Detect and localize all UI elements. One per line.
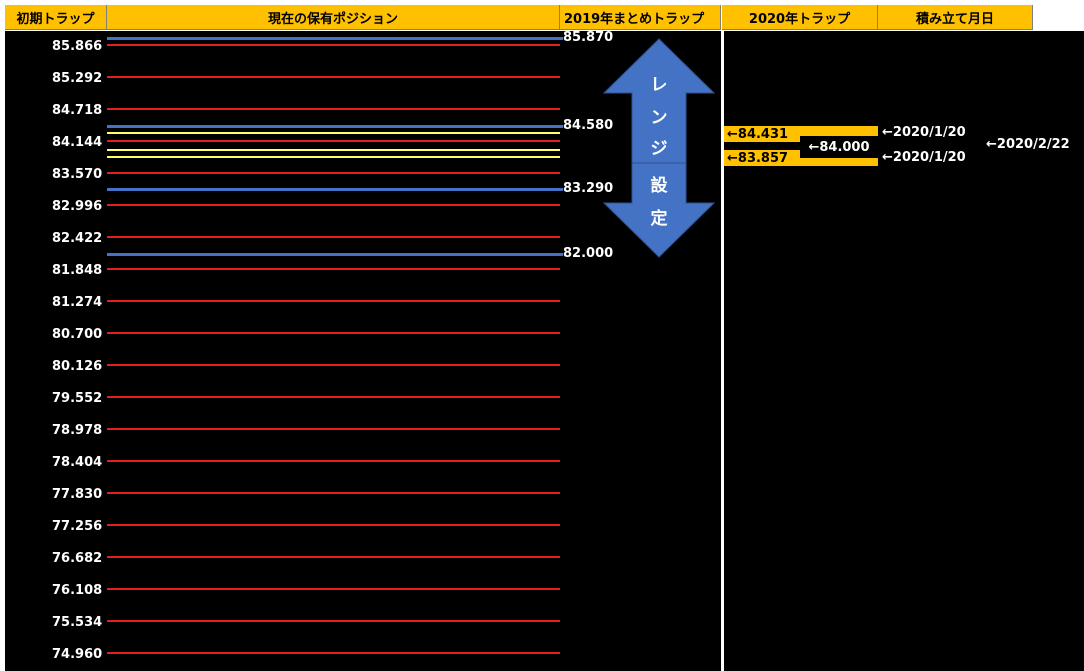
trap-line-red [107, 268, 560, 270]
trap-line-red [107, 204, 560, 206]
trap-2020-band-upper [800, 126, 878, 136]
tick-label: 82.996 [52, 199, 103, 214]
tick-label: 85.292 [52, 71, 103, 86]
trap-line-red [107, 140, 560, 142]
accumulation-date-upper: ←2020/1/20 [882, 125, 966, 140]
trap-line-red [107, 556, 560, 558]
range-setting-label: ン [650, 108, 668, 128]
header-accumulation-date: 積み立て月日 [878, 5, 1033, 30]
range-setting-label: ジ [650, 139, 668, 159]
trap-line-red [107, 76, 560, 78]
accumulation-date-center: ←2020/2/22 [986, 137, 1070, 152]
range-setting-label: 設 [650, 176, 668, 196]
tick-label: 78.978 [52, 423, 103, 438]
trap-line-red [107, 652, 560, 654]
header-trap-2019: 2019年まとめトラップ [560, 5, 721, 30]
trap-line-red [107, 588, 560, 590]
tick-label: 83.570 [52, 167, 103, 182]
trap-line-red [107, 108, 560, 110]
trap-line-red [107, 332, 560, 334]
tick-label: 78.404 [52, 455, 103, 470]
header-initial-trap: 初期トラップ [5, 5, 107, 30]
tick-label: 77.830 [52, 487, 103, 502]
trap-2020-band-lower [800, 158, 878, 166]
tick-label: 76.108 [52, 583, 103, 598]
tick-label: 74.960 [52, 647, 103, 662]
trap-line-red [107, 492, 560, 494]
header-current-positions: 現在の保有ポジション [107, 5, 560, 30]
tick-label: 80.700 [52, 327, 103, 342]
trap-line-2019 [107, 253, 563, 256]
trap-line-red [107, 44, 560, 46]
trap-line-red [107, 300, 560, 302]
trap-2020-upper: ←84.431 [724, 126, 800, 142]
trap-line-red [107, 236, 560, 238]
header-trap-2020: 2020年トラップ [722, 5, 878, 30]
tick-label: 81.274 [52, 295, 103, 310]
tick-label: 85.866 [52, 39, 103, 54]
trap-line-red [107, 396, 560, 398]
trap-line-2020 [107, 132, 560, 134]
trap-2020-center: ←84.000 [800, 136, 878, 158]
trap-line-2019 [107, 37, 563, 40]
trap-line-red [107, 172, 560, 174]
trap-line-2020 [107, 149, 560, 151]
accumulation-date-lower: ←2020/1/20 [882, 150, 966, 165]
trap-line-red [107, 428, 560, 430]
tick-label: 75.534 [52, 615, 103, 630]
trap-line-2020 [107, 156, 560, 158]
range-setting-label: レ [650, 75, 668, 95]
trap-line-2019 [107, 125, 563, 128]
tick-label: 76.682 [52, 551, 103, 566]
tick-label: 79.552 [52, 391, 103, 406]
trap-line-red [107, 620, 560, 622]
tick-label: 82.422 [52, 231, 103, 246]
trap-line-2019 [107, 188, 563, 191]
tick-label: 84.144 [52, 135, 103, 150]
trap-2020-lower: ←83.857 [724, 150, 800, 166]
tick-label: 80.126 [52, 359, 103, 374]
trap-line-red [107, 524, 560, 526]
trap-line-red [107, 460, 560, 462]
range-setting-label: 定 [650, 209, 668, 229]
tick-label: 84.718 [52, 103, 103, 118]
tick-label: 77.256 [52, 519, 103, 534]
trap-line-red [107, 364, 560, 366]
tick-label: 81.848 [52, 263, 103, 278]
